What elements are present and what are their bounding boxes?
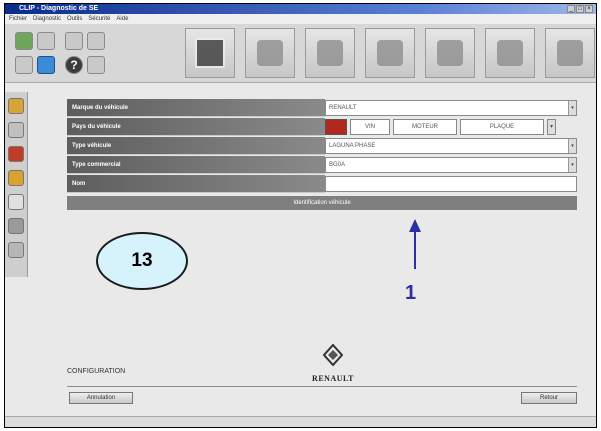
option-vin[interactable]: VIN (350, 119, 390, 135)
chevron-down-icon[interactable]: ▾ (568, 158, 576, 172)
warning-icon[interactable] (8, 170, 24, 186)
window-controls: _ □ × (567, 5, 593, 13)
form-row-country: Pays du véhicule VIN MOTEUR PLAQUE ▾ (67, 118, 577, 136)
option-plate[interactable]: PLAQUE (460, 119, 544, 135)
folder-icon[interactable] (8, 98, 24, 114)
chevron-down-icon[interactable]: ▾ (547, 119, 556, 135)
brand-logo: RENAULT (298, 344, 368, 390)
option-engine[interactable]: MOTEUR (393, 119, 457, 135)
field-label: Nom (67, 175, 325, 193)
up-arrow-icon (409, 219, 421, 269)
list-icon[interactable] (8, 242, 24, 258)
menu-item-help[interactable]: Aide (116, 14, 128, 24)
status-bar (5, 416, 596, 427)
name-input[interactable] (325, 176, 577, 192)
chevron-down-icon[interactable]: ▾ (568, 139, 576, 153)
maximize-button[interactable]: □ (576, 5, 584, 13)
menu-item-security[interactable]: Sécurité (88, 14, 110, 24)
configuration-label: CONFIGURATION (67, 368, 126, 375)
identification-button[interactable]: Identification véhicule (67, 196, 577, 210)
tools-icon[interactable] (87, 56, 105, 74)
arrow-icon[interactable] (37, 32, 55, 50)
touch-icon[interactable] (305, 28, 355, 78)
title-bar: CLIP - Diagnostic de SE _ □ × (5, 4, 596, 14)
help-icon[interactable]: ? (65, 56, 83, 74)
vehicle-card-icon[interactable] (185, 28, 235, 78)
grid-icon[interactable] (87, 32, 105, 50)
field-value: LAGUNA PHASE (329, 143, 376, 149)
small-icon-grid: ? (13, 30, 153, 78)
window-title: CLIP - Diagnostic de SE (19, 5, 99, 12)
cancel-button[interactable]: Annulation (69, 392, 133, 404)
settings-icon[interactable] (65, 32, 83, 50)
home-icon[interactable] (15, 32, 33, 50)
field-label: Marque du véhicule (67, 99, 325, 117)
document-icon[interactable] (8, 122, 24, 138)
menu-item-file[interactable]: Fichier (9, 14, 27, 24)
back-button[interactable]: Retour (521, 392, 577, 404)
renault-diamond-icon (323, 344, 343, 366)
field-value: BG0A (329, 162, 346, 168)
network-icon[interactable] (245, 28, 295, 78)
vehicle-type-select[interactable]: LAGUNA PHASE ▾ (325, 138, 577, 154)
menu-bar: Fichier Diagnostic Outils Sécurité Aide (5, 14, 596, 24)
identification-options: VIN MOTEUR PLAQUE ▾ (325, 119, 577, 135)
large-icon-bar (175, 26, 595, 80)
menu-item-tools[interactable]: Outils (67, 14, 82, 24)
signature-icon[interactable] (545, 28, 595, 78)
divider (67, 386, 577, 387)
vehicle-icon[interactable] (365, 28, 415, 78)
field-label: Type véhicule (67, 137, 325, 155)
form-row-name: Nom (67, 175, 577, 193)
commercial-type-select[interactable]: BG0A ▾ (325, 157, 577, 173)
minimize-button[interactable]: _ (567, 5, 575, 13)
field-label: Pays du véhicule (67, 118, 325, 136)
menu-item-diagnostic[interactable]: Diagnostic (33, 14, 61, 24)
brand-name: RENAULT (312, 374, 354, 383)
arrow-callout-number: 1 (405, 282, 417, 304)
field-value: RENAULT (329, 105, 357, 111)
car-icon[interactable] (15, 56, 33, 74)
form-row-vehicle-type: Type véhicule LAGUNA PHASE ▾ (67, 137, 577, 155)
application-window: CLIP - Diagnostic de SE _ □ × Fichier Di… (4, 3, 597, 428)
chart-icon[interactable] (485, 28, 535, 78)
alert-icon[interactable] (8, 146, 24, 162)
tool-icon[interactable] (8, 218, 24, 234)
step-number-callout: 13 (96, 232, 188, 290)
toolbar: ? (5, 24, 596, 83)
form-row-brand: Marque du véhicule RENAULT ▾ (67, 99, 577, 117)
chevron-down-icon[interactable]: ▾ (568, 101, 576, 115)
close-button[interactable]: × (585, 5, 593, 13)
page-icon[interactable] (8, 194, 24, 210)
pen-icon[interactable] (425, 28, 475, 78)
brand-select[interactable]: RENAULT ▾ (325, 100, 577, 116)
monitor-icon[interactable] (37, 56, 55, 74)
left-tool-strip (5, 92, 28, 277)
field-label: Type commercial (67, 156, 325, 174)
flag-icon[interactable] (325, 119, 347, 135)
form-row-commercial-type: Type commercial BG0A ▾ (67, 156, 577, 174)
